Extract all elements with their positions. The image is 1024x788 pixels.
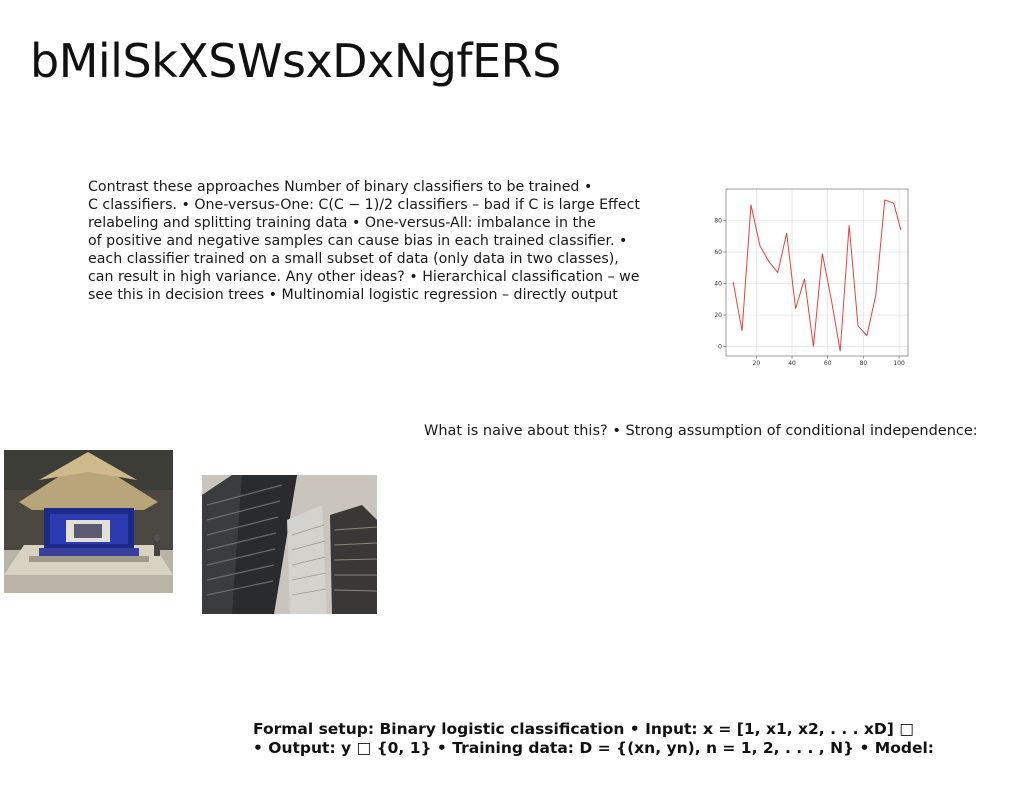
x-tick-label: 80 [860, 360, 868, 367]
towers-photo [202, 475, 377, 614]
body-paragraph: Contrast these approaches Number of bina… [88, 178, 648, 304]
body-line: C classifiers. • One-versus-One: C(C − 1… [88, 197, 640, 213]
y-tick-label: 40 [714, 281, 722, 288]
body-line: of positive and negative samples can cau… [88, 233, 628, 249]
formal-line: • Output: y □ {0, 1} • Training data: D … [253, 739, 934, 757]
x-tick-label: 60 [824, 360, 832, 367]
body-line: can result in high variance. Any other i… [88, 269, 640, 285]
series-line [732, 199, 902, 352]
y-tick-label: 60 [714, 249, 722, 256]
y-tick-label: 20 [714, 312, 722, 319]
temple-photo [4, 450, 173, 593]
x-tick-label: 40 [788, 360, 796, 367]
body-line: each classifier trained on a small subse… [88, 251, 619, 267]
body-line: Contrast these approaches Number of bina… [88, 179, 593, 195]
line-chart: 20 40 60 80 100 0 20 40 60 80 [714, 188, 909, 367]
slide-title: bMilSkXSWsxDxNgfERS [30, 34, 561, 88]
formal-line: Formal setup: Binary logistic classifica… [253, 720, 914, 738]
x-tick-label: 20 [753, 360, 761, 367]
x-tick-label: 100 [893, 360, 905, 367]
naive-question-text: What is naive about this? • Strong assum… [424, 423, 978, 439]
body-line: relabeling and splitting training data •… [88, 215, 596, 231]
formal-setup-text: Formal setup: Binary logistic classifica… [253, 720, 934, 758]
body-line: see this in decision trees • Multinomial… [88, 287, 618, 303]
y-tick-label: 0 [718, 344, 722, 351]
y-tick-label: 80 [714, 218, 722, 225]
